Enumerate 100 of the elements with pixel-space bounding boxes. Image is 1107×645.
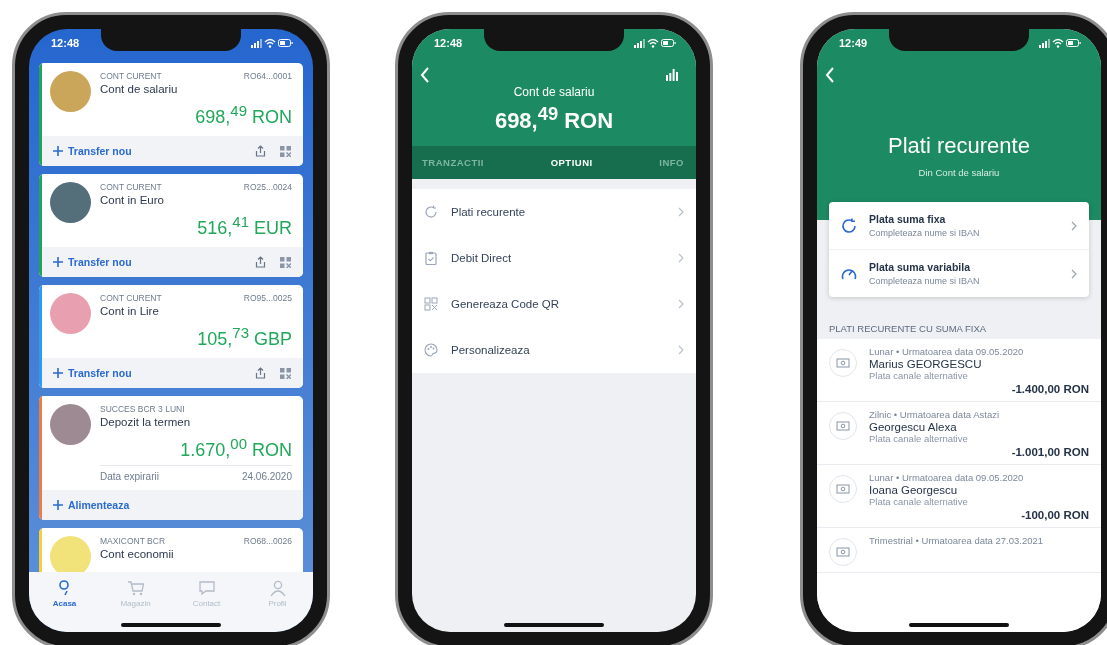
account-name: Cont de salariu [100,83,179,95]
account-balance: 1.670,$^{00}$ RON [180,435,292,461]
bar-chart-icon[interactable] [666,69,678,81]
account-name: Cont de salariu [513,85,595,99]
account-photo-placeholder [50,182,91,223]
chevron-right-icon [678,207,684,218]
share-icon[interactable] [255,256,266,268]
account-name: Cont economii [100,548,175,560]
payment-amount: -1.001,00 RON [1011,446,1089,458]
action-link[interactable]: Alimenteaza [53,499,130,511]
payee-name: Marius GEORGESCU [869,358,983,370]
payment-row[interactable]: Lunar • Urmatoarea data 09.05.2020 Ioana Georgescu Plata canale alternative -100,00 RON [817,465,1101,528]
payment-schedule: Zilnic • Urmatoarea data Astazi [869,409,1001,420]
account-balance: 698,$^{49}$ RON [494,103,614,135]
qr-code-icon[interactable] [280,256,291,268]
account-card[interactable]: SUCCES BCR 3 LUNI Depozit la termen 1.670,$^{00}$ RON Data expirarii 24.06.2020 Alimenteaza [39,396,303,520]
tab-bar-item[interactable]: Acasa [34,579,95,632]
payment-row[interactable]: Zilnic • Urmatoarea data Astazi Georgescu Alexa Plata canale alternative -1.001,00 RON [817,402,1101,465]
page-subtitle: Din Cont de salariu [918,167,1000,178]
back-icon[interactable] [420,67,430,83]
plus-icon [53,257,63,267]
account-card[interactable]: MAXICONT BCR RO68...0026 Cont economii [39,528,303,572]
account-card[interactable]: CONT CURENT RO25...0024 Cont in Euro 516,$^{41}$ EUR Transfer nou [39,174,303,277]
payment-note: Plata canale alternative [869,496,969,507]
payment-note: Plata canale alternative [869,370,969,381]
clipboard-icon [424,251,438,266]
qr-code-icon[interactable] [280,367,291,379]
banknote-icon [829,475,857,503]
detail-label: Data expirarii [100,471,159,482]
account-card[interactable]: CONT CURENT RO64...0001 Cont de salariu 698,$^{49}$ RON Transfer nou [39,63,303,166]
palette-icon [424,343,438,358]
account-balance: 105,$^{73}$ GBP [197,324,292,350]
account-name: Depozit la termen [100,416,192,428]
share-icon[interactable] [255,367,266,379]
chevron-right-icon [678,345,684,356]
choice-title: Plata suma fixa [869,213,947,225]
chevron-right-icon [678,299,684,310]
page-title: Plati recurente [888,133,1030,159]
option-row[interactable]: Personalizeaza [412,327,696,374]
payee-name: Georgescu Alexa [869,421,958,433]
account-type: CONT CURENT [100,182,162,192]
account-type: SUCCES BCR 3 LUNI [100,404,185,414]
share-icon[interactable] [255,145,266,157]
choice-title: Plata suma variabila [869,261,971,273]
option-row[interactable]: Debit Direct [412,235,696,282]
choice-row[interactable]: Plata suma fixa Completeaza nume si IBAN [829,202,1089,249]
action-link[interactable]: Transfer nou [53,256,132,268]
chevron-right-icon [678,253,684,264]
account-type: MAXICONT BCR [100,536,166,546]
cart-icon [126,579,145,597]
chat-icon [197,579,216,597]
action-link[interactable]: Transfer nou [53,367,132,379]
back-icon[interactable] [825,67,835,83]
qr-code-icon [424,297,438,312]
status-icons [634,38,676,48]
status-time: 12:48 [51,37,80,49]
banknote-icon [829,538,857,566]
payment-schedule: Lunar • Urmatoarea data 09.05.2020 [869,472,1025,483]
chevron-right-icon [1071,268,1077,279]
section-heading: PLATI RECURENTE CU SUMA FIXA [828,322,988,336]
account-name: Cont in Lire [100,305,160,317]
option-row[interactable]: Plati recurente [412,189,696,236]
payment-row[interactable]: Trimestrial • Urmatoarea data 27.03.2021 [817,528,1101,573]
account-iban: RO25...0024 [243,182,292,192]
refresh-icon [841,217,857,234]
action-link[interactable]: Transfer nou [53,145,132,157]
payment-row[interactable]: Lunar • Urmatoarea data 09.05.2020 Marius GEORGESCU Plata canale alternative -1.400,00 RON [817,339,1101,402]
person-icon [268,579,287,597]
choice-row[interactable]: Plata suma variabila Completeaza nume si IBAN [829,249,1089,297]
qr-code-icon[interactable] [280,145,291,157]
account-iban: RO68...0026 [243,536,292,546]
status-time: 12:48 [434,37,463,49]
payment-note: Plata canale alternative [869,433,969,444]
account-photo-placeholder [50,404,91,445]
account-card[interactable]: CONT CURENT RO95...0025 Cont in Lire 105,$^{73}$ GBP Transfer nou [39,285,303,388]
payment-schedule: Lunar • Urmatoarea data 09.05.2020 [869,346,1025,357]
account-type: CONT CURENT [100,293,162,303]
chevron-right-icon [1071,220,1077,231]
account-balance: 698,$^{49}$ RON [195,102,292,128]
account-photo-placeholder [50,293,91,334]
payment-amount: -100,00 RON [1021,509,1089,521]
account-type: CONT CURENT [100,71,162,81]
plus-icon [53,500,63,510]
choice-subtitle: Completeaza nume si IBAN [869,276,981,286]
account-name: Cont in Euro [100,194,165,206]
plus-icon [53,368,63,378]
detail-value: 24.06.2020 [241,471,292,482]
status-icons [251,38,293,48]
status-icons [1039,38,1081,48]
banknote-icon [829,412,857,440]
refresh-icon [424,205,438,220]
tab[interactable]: OPTIUNI [550,157,593,169]
account-iban: RO64...0001 [243,71,292,81]
plus-icon [53,146,63,156]
status-time: 12:49 [839,37,868,49]
payment-schedule: Trimestrial • Urmatoarea data 27.03.2021 [869,535,1045,546]
account-photo-placeholder [50,536,91,572]
payment-amount: -1.400,00 RON [1011,383,1089,395]
payee-name: Ioana Georgescu [869,484,959,496]
option-row[interactable]: Genereaza Code QR [412,281,696,328]
